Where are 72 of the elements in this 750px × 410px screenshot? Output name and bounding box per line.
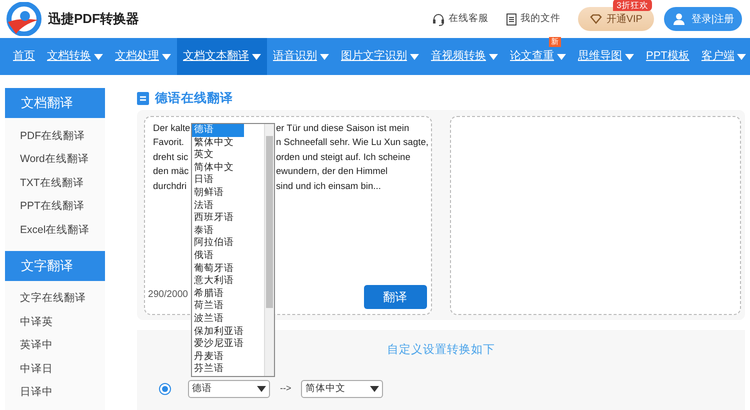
sidebar-section-header: 文字翻译 xyxy=(5,250,105,280)
language-option[interactable]: 意大利语 xyxy=(192,275,244,288)
text-fragment: sind und ich einsam bin... xyxy=(276,180,382,193)
logo-icon xyxy=(6,2,42,36)
nav-item[interactable]: 语音识别 xyxy=(267,38,335,75)
page-title: 德语在线翻译 xyxy=(155,90,233,107)
language-option[interactable]: 西班牙语 xyxy=(192,212,244,225)
character-count: 290/2000 xyxy=(148,288,188,302)
text-fragment: durchdri xyxy=(153,180,188,193)
nav-item[interactable]: 文档处理 xyxy=(109,38,177,75)
nav-item[interactable]: 音视频转换 xyxy=(425,38,504,75)
nav-item[interactable]: 首页 xyxy=(7,38,41,75)
document-icon xyxy=(137,92,149,104)
sidebar-item[interactable]: 英译中 xyxy=(5,334,105,358)
language-option[interactable]: 芬兰语 xyxy=(192,363,244,376)
sidebar-item[interactable]: 中译英 xyxy=(5,311,105,334)
nav-item[interactable]: 文档转换 xyxy=(41,38,109,75)
language-option[interactable]: 德语 xyxy=(192,124,244,137)
language-option[interactable]: 日语 xyxy=(192,174,244,187)
logo-text: 迅捷PDF转换器 xyxy=(48,10,139,28)
text-fragment: n Schneefall sehr. Wie Lu Xun sagte, xyxy=(276,136,430,150)
language-option[interactable]: 保加利亚语 xyxy=(192,326,244,338)
document-icon xyxy=(506,12,518,26)
language-option[interactable]: 波兰语 xyxy=(192,312,244,326)
language-option[interactable]: 英文 xyxy=(192,149,244,162)
translate-button[interactable]: 翻译 xyxy=(364,285,427,309)
source-language-select[interactable]: 德语 xyxy=(188,380,270,398)
text-fragment: dreht sic xyxy=(153,150,190,164)
radio-button[interactable] xyxy=(159,383,171,395)
target-language-select[interactable]: 简体中文 xyxy=(301,380,384,398)
language-option[interactable]: 简体中文 xyxy=(192,162,244,174)
language-option[interactable]: 繁体中文 xyxy=(192,136,244,150)
language-option[interactable]: 葡萄牙语 xyxy=(192,262,244,276)
arrow-text: --> xyxy=(280,382,292,396)
language-option[interactable]: 朝鲜语 xyxy=(192,186,244,200)
headset-icon xyxy=(432,12,446,26)
text-fragment: orden und steigt auf. Ich scheine xyxy=(276,150,412,164)
text-fragment: Favorit. xyxy=(153,136,185,150)
language-option[interactable]: 俄语 xyxy=(192,250,244,263)
language-option[interactable]: 阿拉伯语 xyxy=(192,237,244,250)
language-option[interactable]: 法语 xyxy=(192,200,244,212)
nav-item[interactable]: 文档文本翻译 xyxy=(177,38,267,75)
sidebar-item[interactable]: TXT在线翻译 xyxy=(5,172,105,196)
language-option[interactable]: 希腊语 xyxy=(192,288,244,300)
text-fragment: er Tür und diese Saison ist mein xyxy=(276,122,410,135)
header-link[interactable]: 我的文件 xyxy=(520,12,560,26)
scrollbar[interactable] xyxy=(264,124,274,376)
text-fragment: den mäc xyxy=(153,165,190,178)
text-fragment: ewundern, der den Himmel xyxy=(276,165,389,178)
header-link[interactable]: 在线客服 xyxy=(448,12,488,26)
chevron-icon xyxy=(370,386,380,392)
text-fragment: Der kalte xyxy=(153,122,190,135)
sidebar-item[interactable]: Word在线翻译 xyxy=(5,148,105,172)
language-option[interactable]: 荷兰语 xyxy=(192,300,244,313)
settings-title: 自定义设置转换如下 xyxy=(387,344,495,356)
chevron-icon xyxy=(257,386,266,392)
sidebar-item[interactable]: 中译日 xyxy=(5,358,105,382)
language-option[interactable]: 爱沙尼亚语 xyxy=(192,338,244,351)
sidebar-item[interactable]: Excel在线翻译 xyxy=(5,219,105,242)
sidebar-section-header: 文档翻译 xyxy=(5,88,105,118)
sidebar-item[interactable]: PPT在线翻译 xyxy=(5,196,105,219)
sidebar-item[interactable]: PDF在线翻译 xyxy=(5,125,105,148)
diamond-icon xyxy=(590,14,602,24)
user-icon xyxy=(672,12,686,26)
sidebar-item[interactable]: 日译中 xyxy=(5,382,105,405)
sidebar-item[interactable]: 文字在线翻译 xyxy=(5,288,105,311)
language-option[interactable]: 泰语 xyxy=(192,224,244,238)
nav-item[interactable]: 客户端 xyxy=(695,38,750,75)
language-option[interactable]: 丹麦语 xyxy=(192,350,244,364)
nav-item[interactable]: PPT模板 xyxy=(640,38,696,75)
promo-badge: 3折狂欢 xyxy=(612,0,652,11)
nav-item[interactable]: 图片文字识别 xyxy=(335,38,425,75)
